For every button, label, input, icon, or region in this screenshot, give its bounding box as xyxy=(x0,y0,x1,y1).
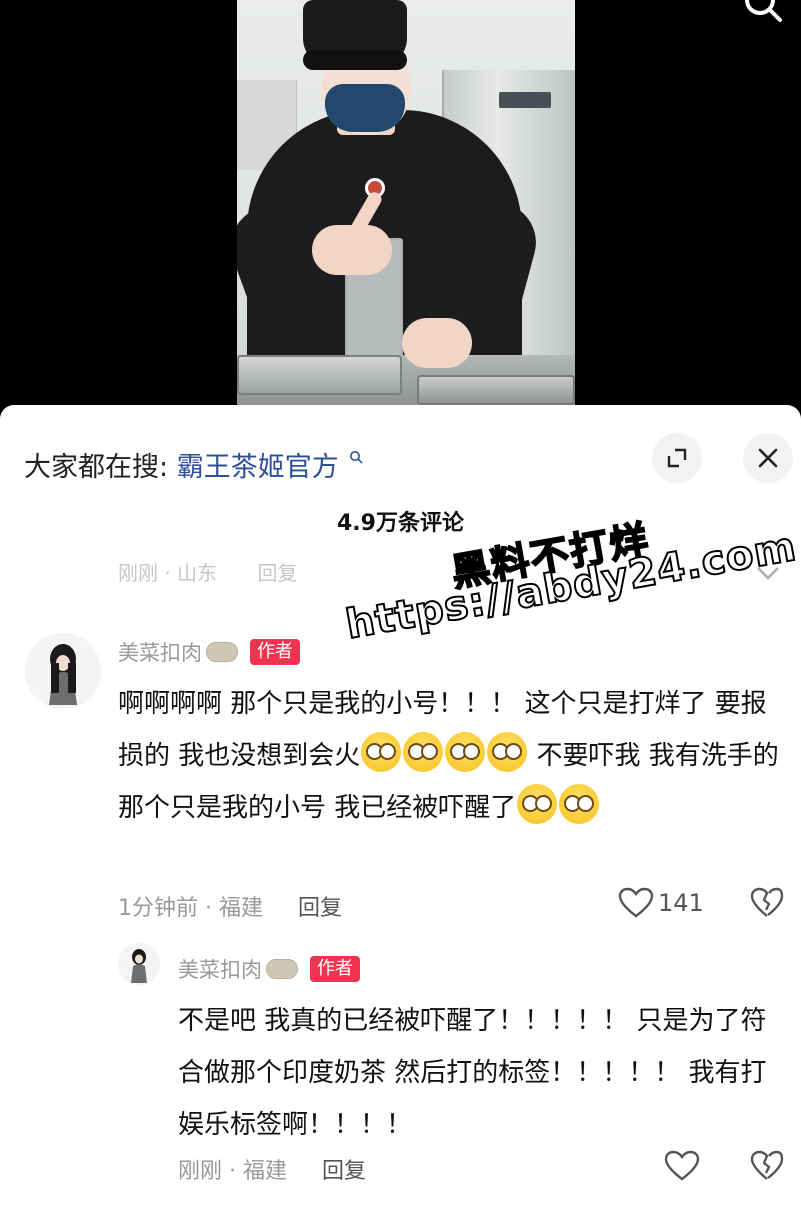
search-icon xyxy=(349,440,363,464)
video-player[interactable] xyxy=(0,0,801,405)
username-text: 美菜扣肉 xyxy=(118,641,202,665)
reply-text: 不是吧 我真的已经被吓醒了！！！！！ 只是为了符合做那个印度奶茶 然后打的标签！… xyxy=(178,1006,767,1140)
comment-time-location: 1分钟前 · 福建 xyxy=(118,896,263,921)
flushed-face-emoji-icon xyxy=(403,732,444,772)
expand-button[interactable] xyxy=(652,433,702,483)
username-text: 美菜扣肉 xyxy=(178,958,262,982)
badge-icon xyxy=(206,642,238,662)
broken-heart-icon xyxy=(750,887,784,917)
suggested-search-prefix: 大家都在搜: xyxy=(24,452,169,483)
flushed-face-emoji-icon xyxy=(361,732,402,772)
previous-comment-meta: 刚刚 · 山东 回复 xyxy=(118,557,297,586)
reply-meta: 刚刚 · 福建 回复 xyxy=(178,1153,366,1185)
broken-heart-icon xyxy=(750,1150,784,1180)
flushed-face-emoji-icon xyxy=(445,732,486,772)
avatar[interactable] xyxy=(25,633,101,709)
comment-count: 4.9万条评论 xyxy=(337,511,464,536)
close-icon xyxy=(758,448,778,468)
heart-icon xyxy=(618,887,654,918)
like-count: 141 xyxy=(658,889,704,917)
flushed-face-emoji-icon xyxy=(487,732,528,772)
reply-time-location: 刚刚 · 福建 xyxy=(178,1159,287,1184)
like-button[interactable]: 141 xyxy=(618,887,704,919)
previous-comment-time: 刚刚 · 山东 xyxy=(118,561,218,585)
reply-button[interactable]: 回复 xyxy=(298,896,342,921)
expand-icon xyxy=(667,448,687,468)
search-icon[interactable] xyxy=(738,0,784,30)
flushed-face-emoji-icon xyxy=(559,784,600,824)
dislike-button[interactable] xyxy=(750,887,784,923)
comment-panel: 大家都在搜: 霸王茶姬官方 4.9万条评论 刚刚 · 山东 回复 黑料不打烊 h… xyxy=(0,405,801,1208)
suggested-search[interactable]: 大家都在搜: 霸王茶姬官方 xyxy=(24,440,363,484)
reply-username[interactable]: 美菜扣肉 作者 xyxy=(178,954,360,984)
close-button[interactable] xyxy=(743,433,793,483)
previous-reply-button[interactable]: 回复 xyxy=(257,561,297,585)
author-badge: 作者 xyxy=(310,956,360,982)
suggested-search-keyword[interactable]: 霸王茶姬官方 xyxy=(177,452,339,483)
comment-meta: 1分钟前 · 福建 回复 xyxy=(118,890,342,922)
heart-icon xyxy=(664,1150,700,1181)
author-badge: 作者 xyxy=(250,639,300,665)
flushed-face-emoji-icon xyxy=(517,784,558,824)
reply-button[interactable]: 回复 xyxy=(322,1159,366,1184)
dislike-button[interactable] xyxy=(750,1150,784,1186)
comment-text: 啊啊啊啊 那个只是我的小号！！！ 这个只是打烊了 要报损的 我也没想到会火 不要… xyxy=(118,678,790,834)
video-frame xyxy=(237,0,575,405)
avatar[interactable] xyxy=(118,943,160,985)
comment-username[interactable]: 美菜扣肉 作者 xyxy=(118,637,300,667)
like-button[interactable] xyxy=(664,1150,700,1182)
badge-icon xyxy=(266,959,298,979)
